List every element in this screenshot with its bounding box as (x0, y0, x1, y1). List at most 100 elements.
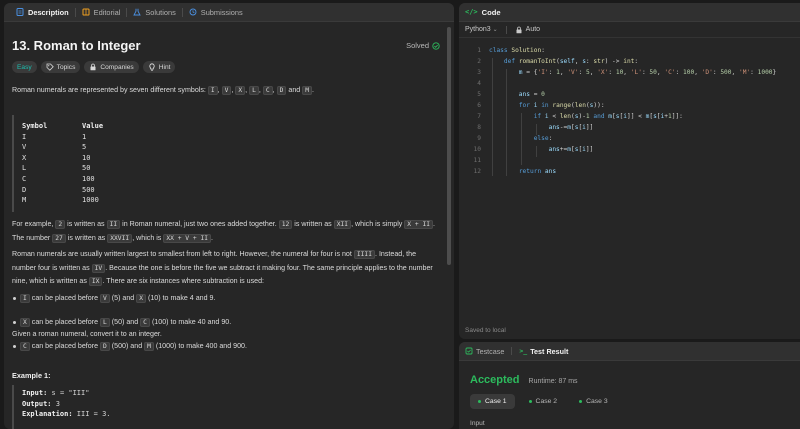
code-line: ans = 0 (489, 91, 545, 98)
book-icon (82, 8, 90, 16)
table-row: C 100 (22, 174, 440, 185)
code-panel: </> Code Python3 ⌄ Auto 1 2 3 4 5 6 7 8 … (459, 3, 800, 339)
inline-code: V (221, 86, 232, 95)
inline-code: XX + V + II (163, 233, 212, 243)
inline-code: 12 (278, 220, 293, 229)
example-box: Input: s = "III" Output: 3 Explanation: … (12, 385, 440, 429)
table-cell: 10 (82, 153, 91, 162)
companies-label: Companies (100, 63, 134, 71)
description-scrollbar[interactable] (447, 27, 451, 265)
example-title: Example 1: (12, 371, 51, 380)
line-number: 3 (477, 69, 481, 76)
inline-code: C (262, 86, 273, 95)
text: , which is (132, 233, 164, 242)
table-row: M 1000 (22, 195, 440, 206)
inline-code: IIII (353, 250, 375, 259)
table-cell: 5 (82, 143, 87, 152)
companies-chip[interactable]: Companies (84, 61, 139, 73)
case-tab-2[interactable]: Case 2 (521, 394, 566, 409)
pass-dot (579, 400, 583, 403)
text: . (211, 233, 214, 242)
table-header-cell: Symbol (22, 122, 48, 130)
line-number: 6 (477, 102, 481, 109)
hint-chip[interactable]: Hint (142, 61, 176, 73)
hint-label: Hint (158, 63, 171, 71)
code-editor[interactable]: 1 2 3 4 5 6 7 8 9 10 11 12 class Solutio… (459, 44, 800, 324)
line-number: 4 (477, 80, 481, 87)
inline-code: X (235, 86, 246, 95)
order-paragraph: Roman numerals are usually written large… (12, 248, 440, 289)
topics-chip[interactable]: Topics (40, 61, 81, 73)
inline-code: XXVII (107, 233, 133, 243)
mode-label: Auto (525, 26, 541, 33)
table-cell: M (22, 196, 27, 205)
tab-editorial[interactable]: Editorial (76, 3, 127, 22)
inline-code: C (20, 342, 30, 351)
line-number: 10 (473, 146, 481, 153)
text: (10) to make 4 and 9. (146, 294, 216, 302)
table-row: X 10 (22, 153, 440, 164)
explanation-value: III = 3. (76, 410, 111, 418)
language-select[interactable]: Python3 ⌄ (465, 26, 498, 33)
input-value: s = "III" (51, 389, 90, 397)
intro-paragraph: Roman numerals are represented by seven … (12, 86, 314, 95)
difficulty-label: Easy (17, 63, 32, 71)
description-panel: Description Editorial Solutions Submissi… (4, 3, 454, 429)
problem-chips: Easy Topics Companies Hint (12, 61, 176, 73)
history-icon (189, 8, 197, 16)
problem-title[interactable]: 13. Roman to Integer (12, 38, 141, 53)
table-row: I1 (22, 132, 440, 143)
example-paragraph: For example, 2 is written as II in Roman… (12, 218, 440, 245)
line-number: 9 (477, 135, 481, 142)
case-tab-3[interactable]: Case 3 (571, 394, 616, 409)
line-number: 12 (473, 168, 481, 175)
text: (500) and (109, 342, 145, 350)
tab-submissions[interactable]: Submissions (183, 3, 249, 22)
tab-test-result[interactable]: >_ Test Result (519, 347, 568, 356)
intro-and: and (288, 86, 301, 94)
lock-icon (90, 63, 96, 71)
text: . There are six instances where subtract… (102, 277, 265, 285)
text: can be placed before (29, 342, 100, 350)
case-tab-1[interactable]: Case 1 (470, 394, 515, 409)
line-number: 8 (477, 124, 481, 131)
table-cell: 50 (82, 164, 91, 173)
text: (1000) to make 400 and 900. (153, 342, 247, 350)
inline-code: D (100, 342, 110, 351)
tab-editorial-label: Editorial (93, 7, 121, 17)
terminal-icon: >_ (519, 347, 528, 355)
left-tab-bar: Description Editorial Solutions Submissi… (4, 3, 454, 22)
inline-code: 2 (55, 220, 66, 229)
inline-code: 27 (52, 233, 66, 243)
tab-solutions[interactable]: Solutions (127, 3, 181, 22)
table-cell: 1 (82, 132, 87, 141)
inline-code: X (136, 294, 147, 303)
tab-testcase[interactable]: Testcase (465, 347, 504, 356)
code-line: else: (533, 135, 553, 142)
text: (5) and (109, 294, 137, 302)
code-toolbar: Python3 ⌄ Auto (459, 22, 800, 38)
code-line: class Solution: (489, 47, 545, 54)
tab-submissions-label: Submissions (200, 7, 243, 17)
text: For example, (12, 220, 56, 228)
example-explanation: Explanation: III = 3. (22, 409, 440, 420)
inline-code: C (140, 318, 150, 327)
explanation-label: Explanation: (22, 410, 73, 418)
code-line: return ans (518, 168, 557, 175)
text: , which is simply (351, 220, 405, 228)
test-result-panel: Testcase >_ Test Result Accepted Runtime… (459, 342, 800, 429)
save-status: Saved to local (465, 327, 506, 334)
inline-code: V (100, 294, 110, 303)
tab-test-result-label: Test Result (530, 346, 569, 356)
line-number: 11 (473, 157, 481, 164)
runtime-text: Runtime: 87 ms (528, 378, 578, 385)
result-summary: Accepted Runtime: 87 ms (470, 374, 578, 386)
result-tab-bar: Testcase >_ Test Result (459, 342, 800, 361)
text: can be placed before (29, 294, 100, 302)
auto-mode-toggle[interactable]: Auto (515, 26, 540, 34)
code-panel-title: Code (481, 7, 501, 17)
output-value: 3 (55, 399, 60, 408)
tab-separator (511, 347, 513, 355)
intro-text: Roman numerals are represented by seven … (12, 86, 208, 94)
tab-description[interactable]: Description (10, 3, 75, 22)
